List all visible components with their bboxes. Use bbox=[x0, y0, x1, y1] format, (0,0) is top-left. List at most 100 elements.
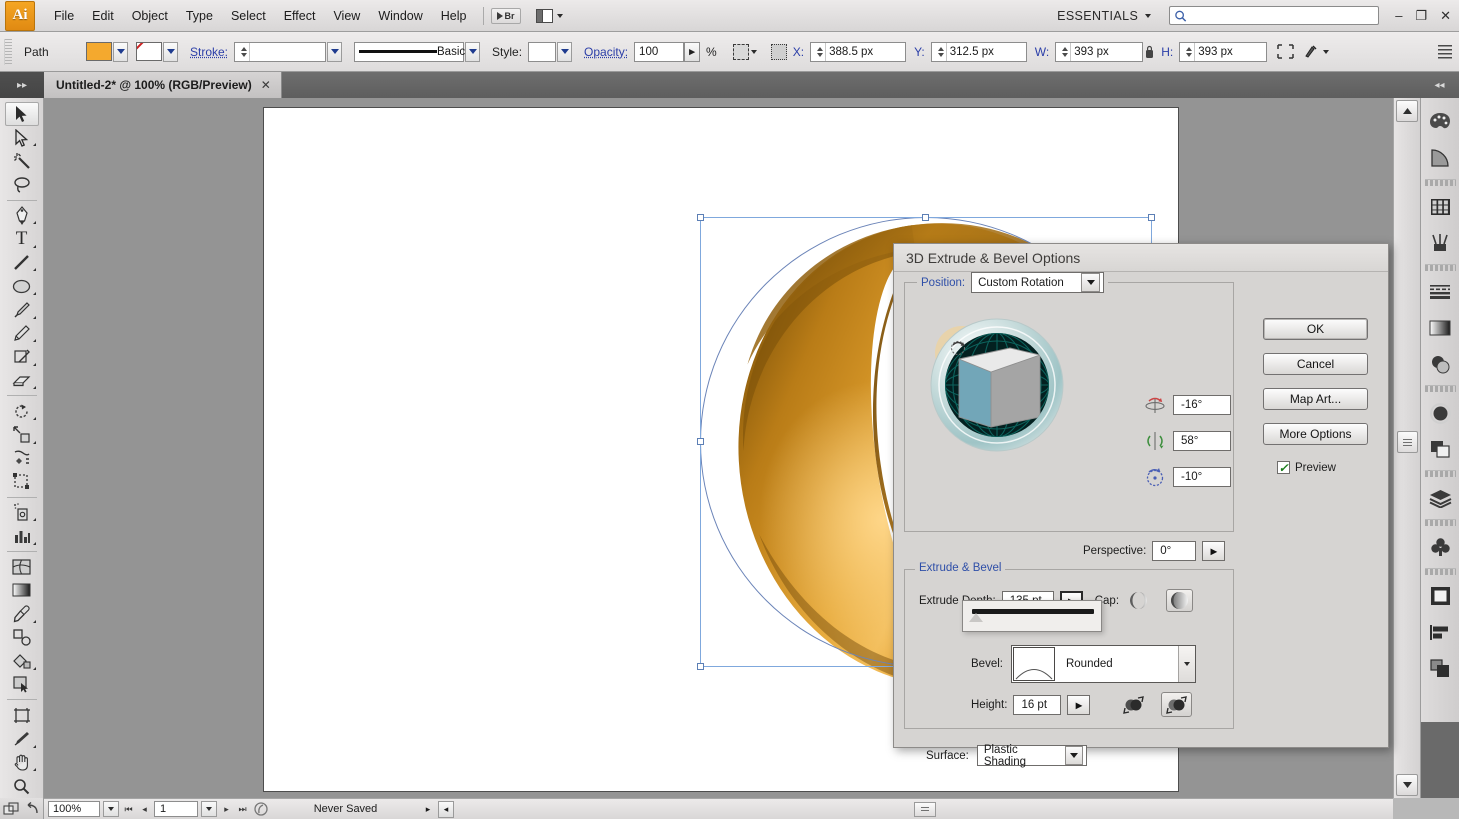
status-resize-handle[interactable]: ◂ bbox=[438, 801, 454, 818]
extrude-depth-slider-thumb[interactable] bbox=[969, 613, 983, 622]
bevel-extent-out-button[interactable] bbox=[1118, 692, 1149, 717]
stroke-color-dropdown[interactable] bbox=[163, 42, 178, 62]
recolor-artwork-icon[interactable] bbox=[731, 42, 751, 62]
menu-edit[interactable]: Edit bbox=[83, 5, 123, 27]
gradient-tool[interactable] bbox=[5, 578, 39, 602]
close-tab-icon[interactable]: ✕ bbox=[261, 78, 271, 92]
stroke-weight-field[interactable] bbox=[234, 42, 326, 62]
live-paint-selection-tool[interactable] bbox=[5, 673, 39, 697]
search-box[interactable] bbox=[1169, 6, 1379, 25]
artboard-number-dropdown[interactable] bbox=[201, 801, 217, 817]
horizontal-scroll-thumb[interactable] bbox=[914, 802, 936, 817]
menu-window[interactable]: Window bbox=[369, 5, 431, 27]
magic-wand-tool[interactable] bbox=[5, 149, 39, 173]
chevron-down-icon[interactable] bbox=[751, 50, 757, 54]
scale-tool[interactable] bbox=[5, 423, 39, 447]
artboards-panel-icon[interactable] bbox=[1425, 581, 1455, 611]
rotation-trackball[interactable] bbox=[927, 315, 1067, 455]
transparency-panel-icon[interactable] bbox=[1425, 349, 1455, 379]
warp-tool[interactable] bbox=[5, 447, 39, 471]
preview-checkbox[interactable]: ✓ bbox=[1277, 461, 1290, 474]
workspace-switcher[interactable]: ESSENTIALS bbox=[1049, 6, 1159, 26]
bevel-height-field[interactable]: 16 pt bbox=[1013, 695, 1061, 715]
maximize-button[interactable]: ❐ bbox=[1415, 8, 1427, 24]
first-artboard-button[interactable]: ⏮ bbox=[122, 801, 135, 817]
menu-type[interactable]: Type bbox=[177, 5, 222, 27]
align-panel-icon[interactable] bbox=[1425, 617, 1455, 647]
collapse-panels-right-button[interactable]: ◂◂ bbox=[1420, 72, 1459, 98]
color-panel-icon[interactable] bbox=[1425, 107, 1455, 137]
next-artboard-button[interactable]: ▸ bbox=[220, 801, 233, 817]
menu-object[interactable]: Object bbox=[123, 5, 177, 27]
menu-effect[interactable]: Effect bbox=[275, 5, 325, 27]
x-stepper[interactable] bbox=[815, 43, 826, 61]
symbols-panel-icon[interactable] bbox=[1425, 532, 1455, 562]
y-stepper[interactable] bbox=[936, 43, 947, 61]
map-art-button[interactable]: Map Art... bbox=[1263, 388, 1368, 410]
undo-arrow-icon[interactable] bbox=[25, 802, 41, 816]
extrude-depth-slider-track[interactable] bbox=[972, 609, 1094, 614]
color-guide-panel-icon[interactable] bbox=[1425, 143, 1455, 173]
surface-select[interactable]: Plastic Shading bbox=[977, 745, 1087, 766]
cap-solid-button[interactable] bbox=[1125, 589, 1152, 612]
rotate-z-field[interactable]: -10° bbox=[1173, 467, 1231, 487]
stroke-color-swatch[interactable] bbox=[136, 42, 162, 61]
pencil-tool[interactable] bbox=[5, 322, 39, 346]
more-options-button[interactable]: More Options bbox=[1263, 423, 1368, 445]
mesh-tool[interactable] bbox=[5, 555, 39, 579]
menu-file[interactable]: File bbox=[45, 5, 83, 27]
perspective-flyout-button[interactable]: ▸ bbox=[1202, 541, 1225, 561]
menu-select[interactable]: Select bbox=[222, 5, 275, 27]
line-segment-tool[interactable] bbox=[5, 251, 39, 275]
rotate-tool[interactable] bbox=[5, 399, 39, 423]
bevel-extent-in-button[interactable] bbox=[1161, 692, 1192, 717]
graphic-style-dropdown[interactable] bbox=[557, 42, 572, 62]
rotate-x-field[interactable]: -16° bbox=[1173, 395, 1231, 415]
stroke-weight-dropdown[interactable] bbox=[327, 42, 342, 62]
zoom-level-field[interactable]: 100% bbox=[48, 801, 100, 817]
zoom-tool[interactable] bbox=[5, 774, 39, 798]
vertical-scroll-thumb[interactable] bbox=[1397, 431, 1418, 453]
menu-view[interactable]: View bbox=[324, 5, 369, 27]
close-button[interactable]: ✕ bbox=[1440, 8, 1451, 24]
surface-select-arrow[interactable] bbox=[1065, 746, 1083, 765]
pathfinder-panel-icon[interactable] bbox=[1425, 653, 1455, 683]
blend-tool[interactable] bbox=[5, 626, 39, 650]
pen-tool[interactable] bbox=[5, 203, 39, 227]
status-flyout-button[interactable]: ▸ bbox=[421, 801, 435, 817]
paintbrush-tool[interactable] bbox=[5, 298, 39, 322]
graphic-styles-panel-icon[interactable] bbox=[1425, 434, 1455, 464]
opacity-field[interactable]: 100 bbox=[634, 42, 684, 62]
live-paint-bucket-tool[interactable] bbox=[5, 649, 39, 673]
opacity-flyout-button[interactable]: ▸ bbox=[684, 42, 700, 62]
bbox-handle-tc[interactable] bbox=[922, 214, 929, 221]
panel-menu-icon[interactable] bbox=[1438, 45, 1452, 59]
scroll-down-button[interactable] bbox=[1396, 774, 1418, 796]
position-select-arrow[interactable] bbox=[1081, 273, 1100, 292]
minimize-button[interactable]: – bbox=[1395, 8, 1402, 23]
stroke-weight-stepper[interactable] bbox=[239, 43, 250, 61]
bbox-handle-tr[interactable] bbox=[1148, 214, 1155, 221]
last-artboard-button[interactable]: ⏭ bbox=[236, 801, 249, 817]
rotate-y-field[interactable]: 58° bbox=[1173, 431, 1231, 451]
position-select[interactable]: Custom Rotation bbox=[971, 272, 1104, 293]
cap-hollow-button[interactable] bbox=[1166, 589, 1193, 612]
align-to-selection-icon[interactable] bbox=[1275, 42, 1295, 62]
graphic-style-field[interactable] bbox=[528, 42, 556, 62]
direct-selection-tool[interactable] bbox=[5, 126, 39, 150]
3d-extrude-bevel-dialog[interactable]: 3D Extrude & Bevel Options Position: Cus… bbox=[893, 243, 1389, 748]
change-screen-mode-icon[interactable] bbox=[3, 802, 19, 816]
ok-button[interactable]: OK bbox=[1263, 318, 1368, 340]
type-tool[interactable]: T bbox=[5, 227, 39, 251]
bbox-handle-bl[interactable] bbox=[697, 663, 704, 670]
slice-tool[interactable] bbox=[5, 727, 39, 751]
layers-panel-icon[interactable] bbox=[1425, 483, 1455, 513]
cancel-button[interactable]: Cancel bbox=[1263, 353, 1368, 375]
document-tab[interactable]: Untitled-2* @ 100% (RGB/Preview) ✕ bbox=[44, 72, 282, 98]
zoom-level-dropdown[interactable] bbox=[103, 801, 119, 817]
control-bar-grip[interactable] bbox=[4, 39, 12, 65]
height-field[interactable]: 393 px bbox=[1179, 42, 1267, 62]
previous-artboard-button[interactable]: ◂ bbox=[138, 801, 151, 817]
artboard-tool[interactable] bbox=[5, 703, 39, 727]
fill-color-dropdown[interactable] bbox=[113, 42, 128, 62]
